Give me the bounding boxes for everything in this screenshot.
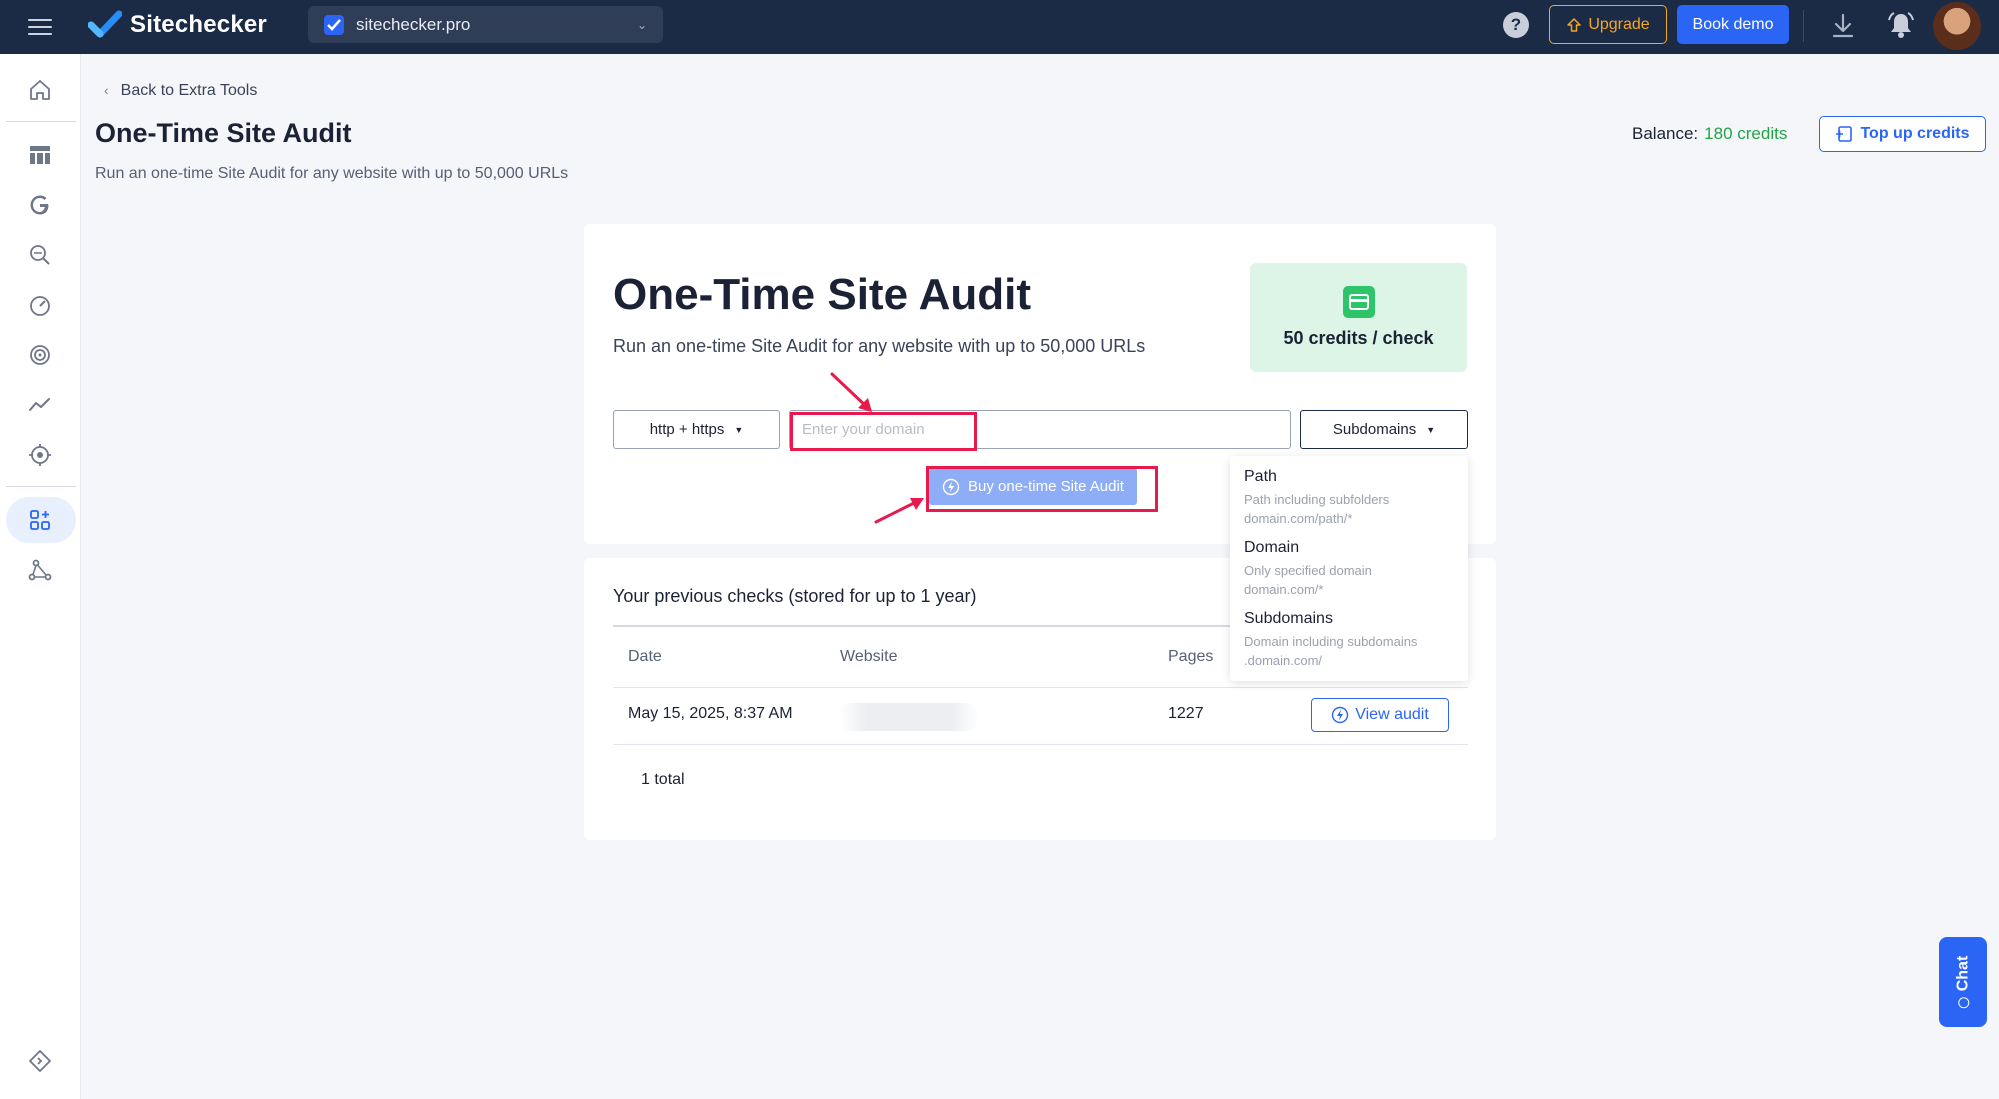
download-icon[interactable] bbox=[1830, 12, 1856, 40]
table-divider bbox=[613, 744, 1468, 745]
upgrade-label: Upgrade bbox=[1588, 15, 1650, 33]
scope-option-subdomains[interactable]: Subdomains Domain including subdomains .… bbox=[1244, 610, 1417, 670]
scope-option-example: domain.com/* bbox=[1244, 582, 1324, 597]
chevron-down-icon: ⌄ bbox=[636, 17, 647, 32]
row-date: May 15, 2025, 8:37 AM bbox=[628, 705, 793, 722]
sidebar-divider bbox=[6, 121, 76, 122]
logo[interactable]: Sitechecker bbox=[88, 10, 267, 40]
keyword-search-icon[interactable] bbox=[26, 241, 54, 269]
column-header-website[interactable]: Website bbox=[840, 648, 898, 666]
scope-value: Subdomains bbox=[1332, 421, 1417, 438]
page-subtitle: Run an one-time Site Audit for any websi… bbox=[95, 165, 569, 182]
avatar[interactable] bbox=[1933, 2, 1981, 50]
scope-option-example: domain.com/path/* bbox=[1244, 511, 1353, 526]
app-name: Sitechecker bbox=[130, 11, 267, 38]
caret-down-icon: ▼ bbox=[1426, 424, 1436, 435]
speed-gauge-icon[interactable] bbox=[26, 291, 54, 319]
top-up-icon bbox=[1836, 126, 1853, 142]
site-selector-value: sitechecker.pro bbox=[356, 14, 471, 34]
book-demo-button[interactable]: Book demo bbox=[1677, 5, 1789, 44]
balance: Balance: 180 credits bbox=[1632, 124, 1787, 144]
scope-option-example: .domain.com/ bbox=[1244, 653, 1323, 668]
scope-select[interactable]: Subdomains ▼ bbox=[1300, 410, 1468, 449]
chevron-left-icon: ‹ bbox=[104, 82, 109, 98]
scope-option-description: Only specified domain bbox=[1244, 563, 1372, 578]
audit-card-subtitle: Run an one-time Site Audit for any websi… bbox=[613, 336, 1146, 356]
upgrade-button[interactable]: Upgrade bbox=[1549, 5, 1667, 44]
credits-per-check-box: 50 credits / check bbox=[1250, 263, 1467, 372]
top-up-label: Top up credits bbox=[1860, 125, 1970, 142]
scope-option-description: Domain including subdomains bbox=[1244, 634, 1418, 649]
google-icon[interactable] bbox=[26, 191, 54, 219]
view-audit-button[interactable]: View audit bbox=[1311, 698, 1449, 732]
upgrade-arrow-icon bbox=[1567, 17, 1582, 32]
dashboard-icon[interactable] bbox=[26, 141, 54, 169]
row-pages: 1227 bbox=[1168, 705, 1204, 722]
buy-button-highlight bbox=[926, 466, 1158, 512]
logo-check-icon bbox=[88, 10, 122, 38]
top-up-credits-button[interactable]: Top up credits bbox=[1819, 116, 1986, 152]
sidebar-divider bbox=[6, 486, 76, 487]
column-header-date[interactable]: Date bbox=[628, 648, 662, 666]
scope-dropdown-menu: Path Path including subfolders domain.co… bbox=[1230, 456, 1468, 681]
caret-down-icon: ▼ bbox=[734, 424, 744, 435]
chat-bubble-icon bbox=[1957, 997, 1969, 1009]
integrations-icon[interactable] bbox=[26, 556, 54, 584]
audit-card-title: One-Time Site Audit bbox=[613, 270, 1032, 319]
scope-option-description: Path including subfolders bbox=[1244, 492, 1390, 507]
balance-value: 180 credits bbox=[1704, 124, 1788, 143]
collapse-sidebar-icon[interactable] bbox=[26, 1047, 54, 1075]
site-selector[interactable]: sitechecker.pro ⌄ bbox=[308, 6, 663, 43]
arrow-annotation-icon bbox=[830, 372, 872, 412]
scope-option-path[interactable]: Path Path including subfolders domain.co… bbox=[1244, 468, 1389, 528]
chat-button[interactable]: Chat bbox=[1939, 937, 1987, 1027]
scope-option-title: Subdomains bbox=[1244, 610, 1333, 627]
website-redacted bbox=[839, 703, 979, 731]
view-audit-label: View audit bbox=[1355, 706, 1429, 723]
site-favicon-icon bbox=[324, 14, 344, 35]
domain-input-highlight bbox=[790, 412, 977, 451]
target-icon[interactable] bbox=[26, 441, 54, 469]
top-bar: Sitechecker sitechecker.pro ⌄ ? Upgrade … bbox=[0, 0, 1999, 54]
home-icon[interactable] bbox=[26, 76, 54, 104]
extra-tools-icon[interactable] bbox=[26, 506, 54, 534]
help-icon[interactable]: ? bbox=[1503, 12, 1529, 38]
back-to-extra-tools-link[interactable]: ‹ Back to Extra Tools bbox=[104, 82, 257, 100]
column-header-pages[interactable]: Pages bbox=[1168, 648, 1213, 666]
scope-option-title: Path bbox=[1244, 468, 1277, 485]
sidebar bbox=[0, 54, 81, 1099]
scope-option-title: Domain bbox=[1244, 539, 1300, 556]
balance-label: Balance: bbox=[1632, 124, 1699, 143]
previous-checks-title: Your previous checks (stored for up to 1… bbox=[613, 586, 977, 606]
credits-per-check: 50 credits / check bbox=[1283, 328, 1434, 348]
chat-label: Chat bbox=[1954, 955, 1971, 992]
total-count: 1 total bbox=[641, 771, 685, 788]
rank-tracker-icon[interactable] bbox=[26, 391, 54, 419]
arrow-annotation-icon bbox=[874, 498, 924, 524]
lightning-icon bbox=[1332, 706, 1349, 724]
back-link-label: Back to Extra Tools bbox=[120, 82, 258, 99]
table-divider bbox=[613, 687, 1468, 688]
credit-card-icon bbox=[1342, 286, 1375, 318]
protocol-value: http + https bbox=[649, 421, 725, 438]
page-title: One-Time Site Audit bbox=[95, 118, 352, 148]
menu-icon[interactable] bbox=[28, 16, 52, 38]
protocol-select[interactable]: http + https ▼ bbox=[613, 410, 780, 449]
scope-option-domain[interactable]: Domain Only specified domain domain.com/… bbox=[1244, 539, 1372, 599]
bell-icon[interactable] bbox=[1887, 10, 1915, 40]
monitoring-icon[interactable] bbox=[26, 341, 54, 369]
topbar-divider bbox=[1803, 10, 1804, 42]
